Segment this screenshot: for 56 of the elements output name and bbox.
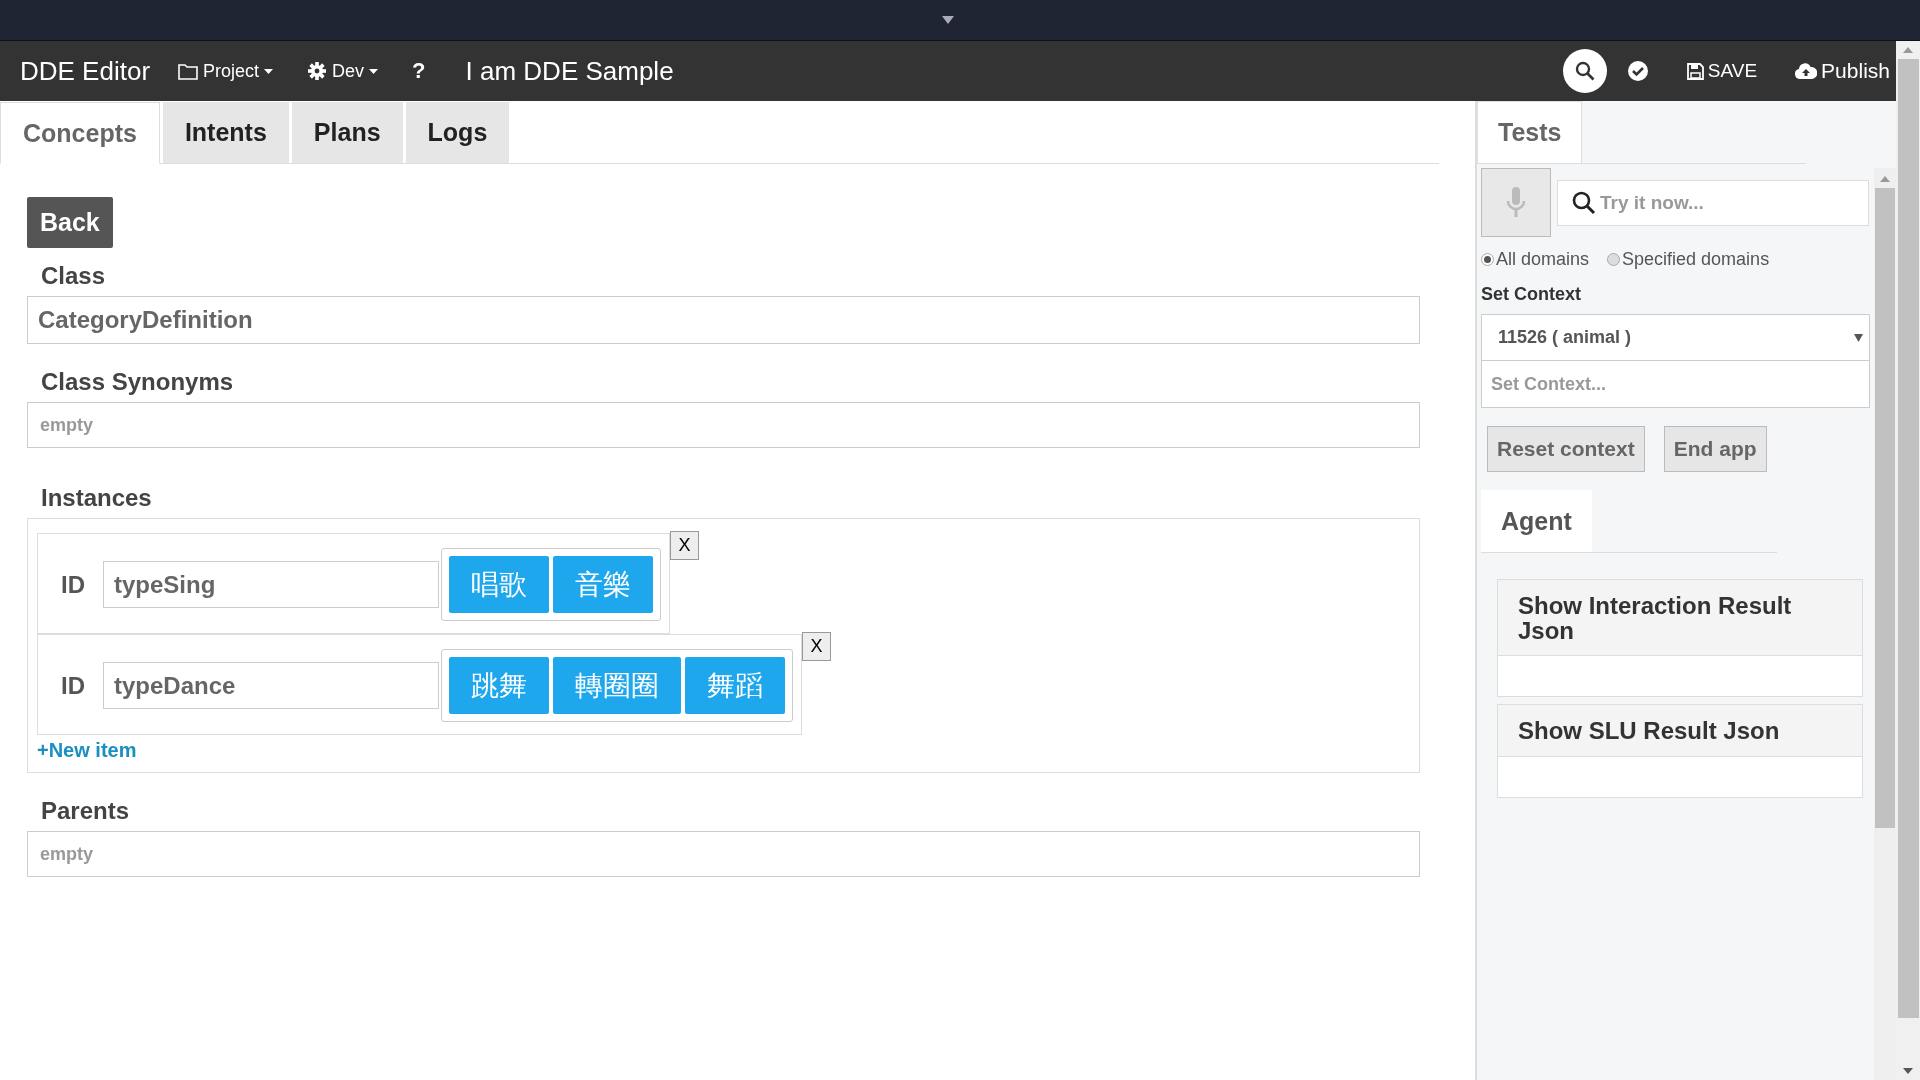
field-label: Parents — [41, 797, 130, 825]
tab[interactable]: Tests — [1477, 101, 1583, 163]
remove-button[interactable]: X — [670, 531, 699, 560]
dropdown-arrow-icon — [1854, 333, 1863, 342]
caret-icon — [264, 68, 274, 74]
help-button[interactable]: ? — [412, 58, 426, 84]
set-context-label: Set Context — [1481, 284, 1581, 305]
tab[interactable]: Intents — [162, 102, 289, 163]
scroll-down-icon[interactable] — [1903, 1068, 1913, 1074]
context-button[interactable]: End app — [1663, 426, 1767, 472]
back-button[interactable]: Back — [27, 197, 113, 248]
check-circle-icon[interactable] — [1626, 60, 1649, 82]
app-brand[interactable]: DDE Editor — [20, 55, 151, 87]
caret-down-icon[interactable] — [942, 16, 954, 24]
search-icon — [1572, 191, 1596, 215]
microphone-button[interactable] — [1481, 168, 1551, 237]
id-label: ID — [61, 671, 85, 700]
tab[interactable]: Logs — [405, 102, 510, 163]
tab[interactable]: Plans — [291, 102, 403, 163]
class-field[interactable]: CategoryDefinition — [27, 296, 1420, 344]
panel-heading[interactable]: Show SLU Result Json — [1498, 705, 1862, 757]
parents-field[interactable]: empty — [27, 831, 1420, 877]
save-button[interactable]: SAVE — [1686, 60, 1758, 82]
scroll-up-icon[interactable] — [1903, 47, 1913, 53]
nav-menu[interactable]: Project — [178, 60, 274, 82]
id-field[interactable]: typeSing — [103, 561, 439, 608]
cloud-upload-icon — [1795, 63, 1818, 79]
id-label: ID — [61, 570, 85, 599]
nav-menu[interactable]: Dev — [307, 60, 379, 82]
panel-heading[interactable]: Show Interaction Result Json — [1498, 580, 1862, 657]
field-label: Instances — [41, 484, 152, 512]
search-icon — [1574, 61, 1595, 81]
class-synonyms-field[interactable]: empty — [27, 402, 1420, 448]
id-field[interactable]: typeDance — [103, 662, 439, 709]
domain-radio[interactable]: All domains — [1481, 249, 1590, 270]
search-button[interactable] — [1562, 49, 1607, 93]
tab[interactable]: Concepts — [0, 102, 160, 164]
remove-button[interactable]: X — [802, 632, 831, 661]
try-it-search-field[interactable]: Try it now... — [1557, 180, 1869, 226]
scrollbar[interactable] — [1896, 41, 1920, 1080]
scroll-up-icon[interactable] — [1880, 176, 1891, 182]
new-item-link[interactable]: +New item — [37, 739, 137, 762]
domain-radio[interactable]: Specified domains — [1607, 249, 1770, 270]
context-field[interactable]: Set Context... — [1481, 361, 1870, 408]
folder-icon — [178, 62, 199, 80]
context-button[interactable]: Reset context — [1487, 426, 1645, 472]
scrollbar[interactable] — [1874, 168, 1896, 1080]
caret-icon — [369, 68, 379, 74]
gear-icon — [307, 61, 328, 81]
field-label: Class — [41, 262, 106, 290]
context-select[interactable]: 11526 ( animal ) — [1481, 314, 1870, 361]
publish-button[interactable]: Publish — [1795, 59, 1890, 83]
field-label: Class Synonyms — [41, 368, 234, 396]
tab[interactable]: Agent — [1481, 490, 1592, 552]
project-title: I am DDE Sample — [465, 55, 674, 87]
microphone-icon — [1505, 185, 1527, 220]
